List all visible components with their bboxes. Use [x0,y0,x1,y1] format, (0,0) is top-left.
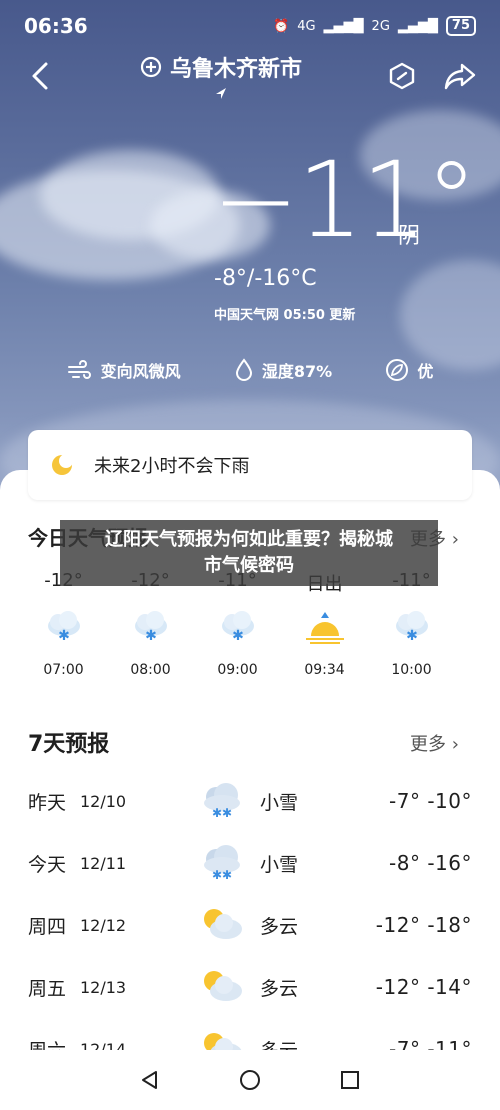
back-arrow-icon [32,62,48,90]
humidity-icon [235,358,252,381]
seven-day-more-link[interactable]: 更多 › [410,730,459,756]
snow-icon: ✱ [134,611,167,644]
snow-icon: ✱ [395,611,428,644]
city-selector[interactable]: 乌鲁木齐新市 [140,51,302,101]
location-arrow-icon [215,88,226,99]
day-date: 12/11 [80,853,127,873]
day-date: 12/12 [80,915,127,935]
alarm-icon: ⏰ [273,18,290,34]
current-temperature: −11° [212,139,477,261]
wind-metric: 变向风微风 [67,358,181,382]
forecast-day-row[interactable]: 今天 12/11 ✱✱ 小雪 -8° -16° [0,832,500,894]
home-circle-icon[interactable] [238,1068,262,1092]
status-time: 06:36 [24,14,88,38]
leaf-icon [386,359,409,381]
current-condition: 阴 [398,224,421,249]
humidity-metric: 湿度87% [234,358,332,382]
partly-cloudy-icon [204,971,242,1001]
status-bar: 06:36 ⏰ 4G ▂▄▆█ 2G ▂▄▆█ 75 [0,0,500,52]
hourly-time: 10:00 [391,662,432,678]
hourly-item: -11° ✱ 09:00 [194,570,281,678]
day-date: 12/10 [80,791,127,811]
sunrise-icon [305,612,344,644]
humidity-label: 湿度87% [261,362,333,381]
day-condition: 小雪 [260,791,299,814]
day-name: 周五 [28,977,67,1000]
banner-line-2: 市气候密码 [204,555,294,576]
system-navigation-bar [0,1050,500,1110]
day-condition: 多云 [260,915,299,938]
day-temp-range: -12° -18° [375,913,472,937]
temperature-range: -8°/-16°C [214,266,317,291]
day-name: 周四 [28,915,67,938]
share-button[interactable] [442,58,478,94]
day-temp-range: -8° -16° [389,851,472,875]
snow-icon: ✱ [47,611,80,644]
signal-icon: ▂▄▆█ [323,18,364,34]
snow-cloud-icon: ✱✱ [204,845,240,882]
hourly-forecast: -12° ✱ 07:00 -12° ✱ 08:00 -11° ✱ 09:00 日… [20,570,480,678]
day-condition: 小雪 [260,853,299,876]
hourly-item: -12° ✱ 08:00 [107,570,194,678]
hourly-item: -12° ✱ 07:00 [20,570,107,678]
hourly-time: 09:34 [304,662,345,678]
hexagon-icon [389,62,415,90]
day-name: 今天 [28,853,67,876]
wind-label: 变向风微风 [100,362,181,381]
status-icons: ⏰ 4G ▂▄▆█ 2G ▂▄▆█ 75 [273,16,476,36]
banner-line-1: 辽阳天气预报为何如此重要？揭秘城 [105,529,393,550]
day-name: 昨天 [28,791,67,814]
hourly-item: 日出 09:34 [281,570,368,678]
day-temp-range: -12° -14° [375,975,472,999]
signal-icon: ▂▄▆█ [397,18,438,34]
hourly-item: -11° ✱ 10:00 [368,570,455,678]
back-button[interactable] [22,58,58,94]
rain-forecast-text: 未来2小时不会下雨 [94,456,250,477]
day-temp-range: -7° -10° [389,789,472,813]
forecast-day-row[interactable]: 昨天 12/10 ✱✱ 小雪 -7° -10° [0,770,500,832]
battery-level: 75 [445,16,476,36]
rain-forecast-card[interactable]: 未来2小时不会下雨 [28,430,472,500]
signal-4g-label: 4G [297,18,316,34]
partly-cloudy-icon [204,909,242,939]
back-triangle-icon[interactable] [139,1069,161,1091]
hourly-time: 08:00 [130,662,171,678]
air-quality-label: 优 [417,362,434,381]
moon-icon [52,454,73,475]
snow-cloud-icon: ✱✱ [204,783,240,820]
wind-icon [67,360,91,379]
hourly-time: 09:00 [217,662,258,678]
forecast-day-row[interactable]: 周五 12/13 多云 -12° -14° [0,956,500,1018]
snow-icon: ✱ [221,611,254,644]
add-location-icon [140,56,162,78]
day-date: 12/13 [80,977,127,997]
weather-metrics: 变向风微风 湿度87% 优 [0,358,500,382]
theme-button[interactable] [384,58,420,94]
update-time: 中国天气网 05:50 更新 [214,308,356,323]
forecast-day-row[interactable]: 周四 12/12 多云 -12° -18° [0,894,500,956]
recents-square-icon[interactable] [339,1069,361,1091]
hourly-time: 07:00 [43,662,84,678]
top-navigation: 乌鲁木齐新市 [0,52,500,100]
city-name: 乌鲁木齐新市 [169,57,302,82]
svg-text:✱: ✱ [232,628,244,644]
seven-day-title: 7天预报 [28,732,110,757]
day-condition: 多云 [260,977,299,1000]
svg-text:✱: ✱ [58,628,70,644]
share-icon [444,63,476,90]
svg-text:✱✱: ✱✱ [212,868,232,882]
svg-text:✱: ✱ [406,628,418,644]
svg-text:✱: ✱ [145,628,157,644]
air-quality-metric: 优 [385,358,433,382]
article-banner-overlay[interactable]: 辽阳天气预报为何如此重要？揭秘城 市气候密码 [60,520,438,586]
svg-text:✱✱: ✱✱ [212,806,232,820]
signal-2g-label: 2G [371,18,390,34]
